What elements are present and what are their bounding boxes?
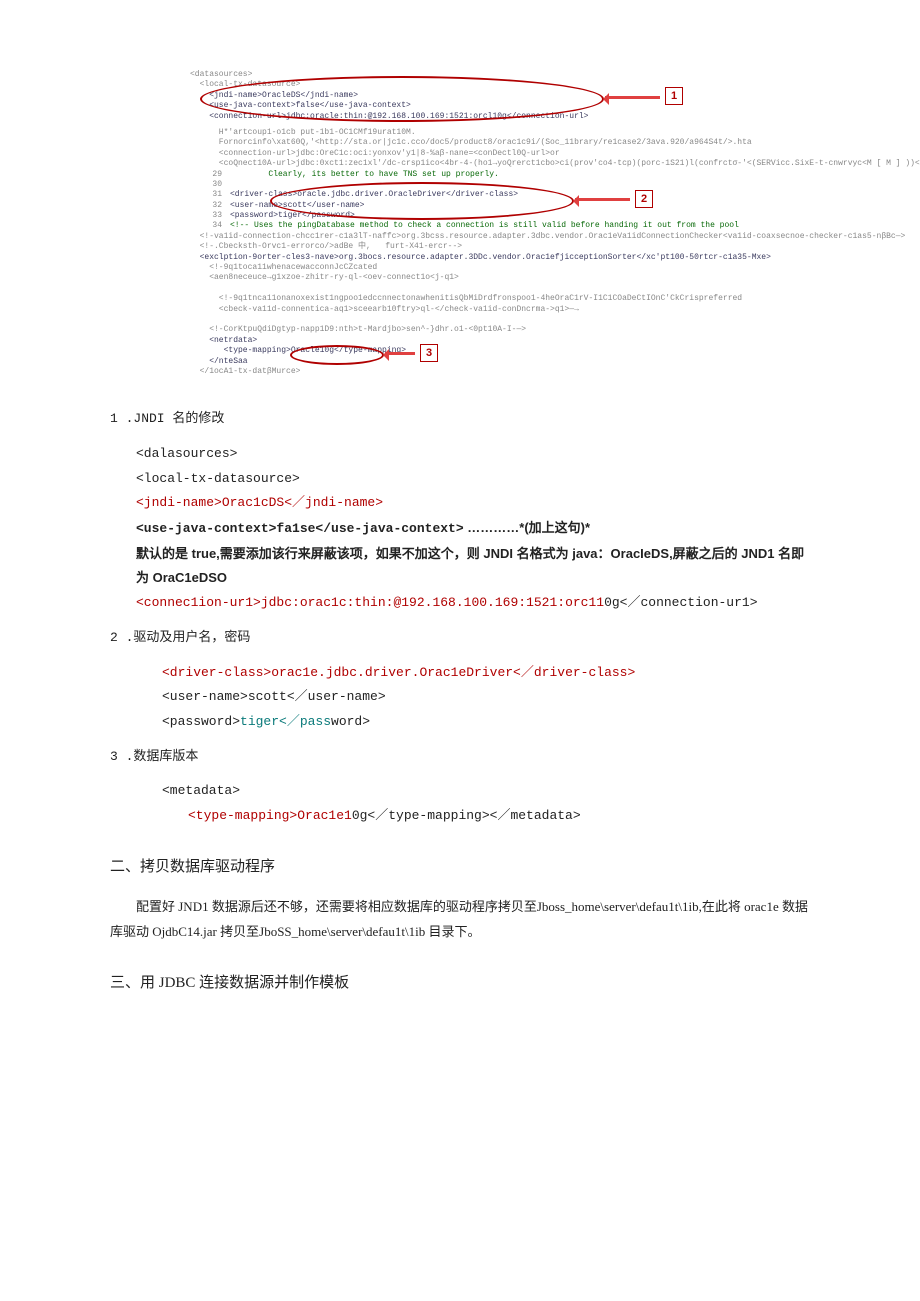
sec2-title: 2 .驱动及用户名，密码 bbox=[110, 626, 810, 651]
line-default-note: 默认的是 true,需要添加该行来屏蔽该项，如果不加这个，则 JNDI 名格式为… bbox=[110, 542, 810, 591]
ss-line: <!-.Cbecksth-Orvc1-errorco/>adBe 中, furt… bbox=[190, 242, 810, 252]
ss-line: <!-va1id-connection-chcc1rer-c1a3lT-naff… bbox=[190, 232, 810, 242]
ss-line bbox=[190, 284, 810, 294]
type-a: <type-mapping>Orac1e1 bbox=[188, 808, 352, 823]
ss-line: <coQnect10A-url>jdbc:0xct1:zec1xl'/dc-cr… bbox=[190, 159, 810, 169]
ss-line: <!-CorKtpuQdiDgtyp-napp1D9:nth>t-Mardjbo… bbox=[190, 325, 810, 335]
pw-b: tiger<／pass bbox=[240, 714, 331, 729]
ss-line: </nteSaa bbox=[190, 357, 810, 367]
numbox-3: 3 bbox=[420, 344, 438, 362]
ss-line: Fornorcinfo\xat60Q,'<http://sta.or|jc1c.… bbox=[190, 138, 810, 148]
config-screenshot: 1 2 3 <datasources> <local-tx-datasource… bbox=[190, 70, 810, 377]
ss-line: <!-9q1tnca11onanoxexist1ngpoo1edccnnecto… bbox=[190, 294, 810, 304]
ss-line: <connection-url>jdbc:OreC1c:oci:yonxov'y… bbox=[190, 149, 810, 159]
ss-line: H*'artcoup1-o1cb put-1b1-OC1CMf19urat10M… bbox=[190, 128, 810, 138]
line-metadata: <metadata> bbox=[110, 779, 810, 804]
use-java-context-note: …………*(加上这句)* bbox=[467, 520, 590, 535]
type-b: 0g<／type-mapping><／metadata> bbox=[352, 808, 581, 823]
line-connection-url: <connec1ion-ur1>jdbc:orac1c:thin:@192.16… bbox=[110, 591, 810, 616]
ss-line: 29 Clearly, its better to have TNS set u… bbox=[190, 170, 810, 180]
sec1-title: 1 .JNDI 名的修改 bbox=[110, 407, 810, 432]
numbox-2: 2 bbox=[635, 190, 653, 208]
arrow-3 bbox=[385, 352, 415, 355]
line-user: <user-name>scott<／user-name> bbox=[110, 685, 810, 710]
conn-url-tail: 0g<／connection-ur1> bbox=[604, 595, 757, 610]
ss-line: 34<!-- Uses the pingDatabase method to c… bbox=[190, 221, 810, 231]
line-localtx: <local-tx-datasource> bbox=[110, 467, 810, 492]
line-datasources: <dalasources> bbox=[110, 442, 810, 467]
line-jndi: <jndi-name>Orac1cDS<／jndi-name> bbox=[110, 491, 810, 516]
ss-line: <!-9q1toca11whenacewacconnJcCZcated bbox=[190, 263, 810, 273]
ss-line bbox=[190, 315, 810, 325]
heading-copy-driver: 二、拷贝数据库驱动程序 bbox=[110, 853, 810, 882]
ellipse-3 bbox=[290, 345, 384, 365]
ss-line: </1ocA1-tx-datβMurce> bbox=[190, 367, 810, 377]
conn-url-red: <connec1ion-ur1>jdbc:orac1c:thin:@192.16… bbox=[136, 595, 604, 610]
arrow-1 bbox=[605, 96, 660, 99]
line-password: <password>tiger<／password> bbox=[110, 710, 810, 735]
heading-jdbc-template: 三、用 JDBC 连接数据源并制作模板 bbox=[110, 969, 810, 998]
sec3-title: 3 .数据库版本 bbox=[110, 745, 810, 770]
pw-c: word> bbox=[331, 714, 370, 729]
line-type-mapping: <type-mapping>Orac1e10g<／type-mapping><／… bbox=[110, 804, 810, 829]
ellipse-1 bbox=[200, 76, 604, 122]
numbox-1: 1 bbox=[665, 87, 683, 105]
arrow-2 bbox=[575, 198, 630, 201]
line-driver: <driver-class>orac1e.jdbc.driver.Orac1eD… bbox=[110, 661, 810, 686]
ss-line: <type-mapping>Oracle10g</type-mapping> bbox=[190, 346, 810, 356]
document-page: 1 2 3 <datasources> <local-tx-datasource… bbox=[0, 0, 920, 1111]
ss-line: <cbeck-va11d-connentica-aq1>sceearb10ftr… bbox=[190, 305, 810, 315]
pw-a: <password> bbox=[162, 714, 240, 729]
line-use-java-context: <use-java-context>fa1se</use-java-contex… bbox=[110, 516, 810, 542]
use-java-context-tag: <use-java-context>fa1se</use-java-contex… bbox=[136, 521, 464, 536]
para-copy-driver: 配置好 JND1 数据源后还不够，还需要将相应数据库的驱动程序拷贝至Jboss_… bbox=[110, 895, 810, 944]
ss-line: <netrdata> bbox=[190, 336, 810, 346]
ellipse-2 bbox=[270, 182, 574, 220]
ss-line: <exclption-9orter-cles3-nave>org.3bocs.r… bbox=[190, 253, 810, 263]
body-text: 1 .JNDI 名的修改 <dalasources> <local-tx-dat… bbox=[110, 407, 810, 997]
ss-line: <aen8neceuce→g1xzoe-zhitr-ry-ql-<oev-con… bbox=[190, 273, 810, 283]
